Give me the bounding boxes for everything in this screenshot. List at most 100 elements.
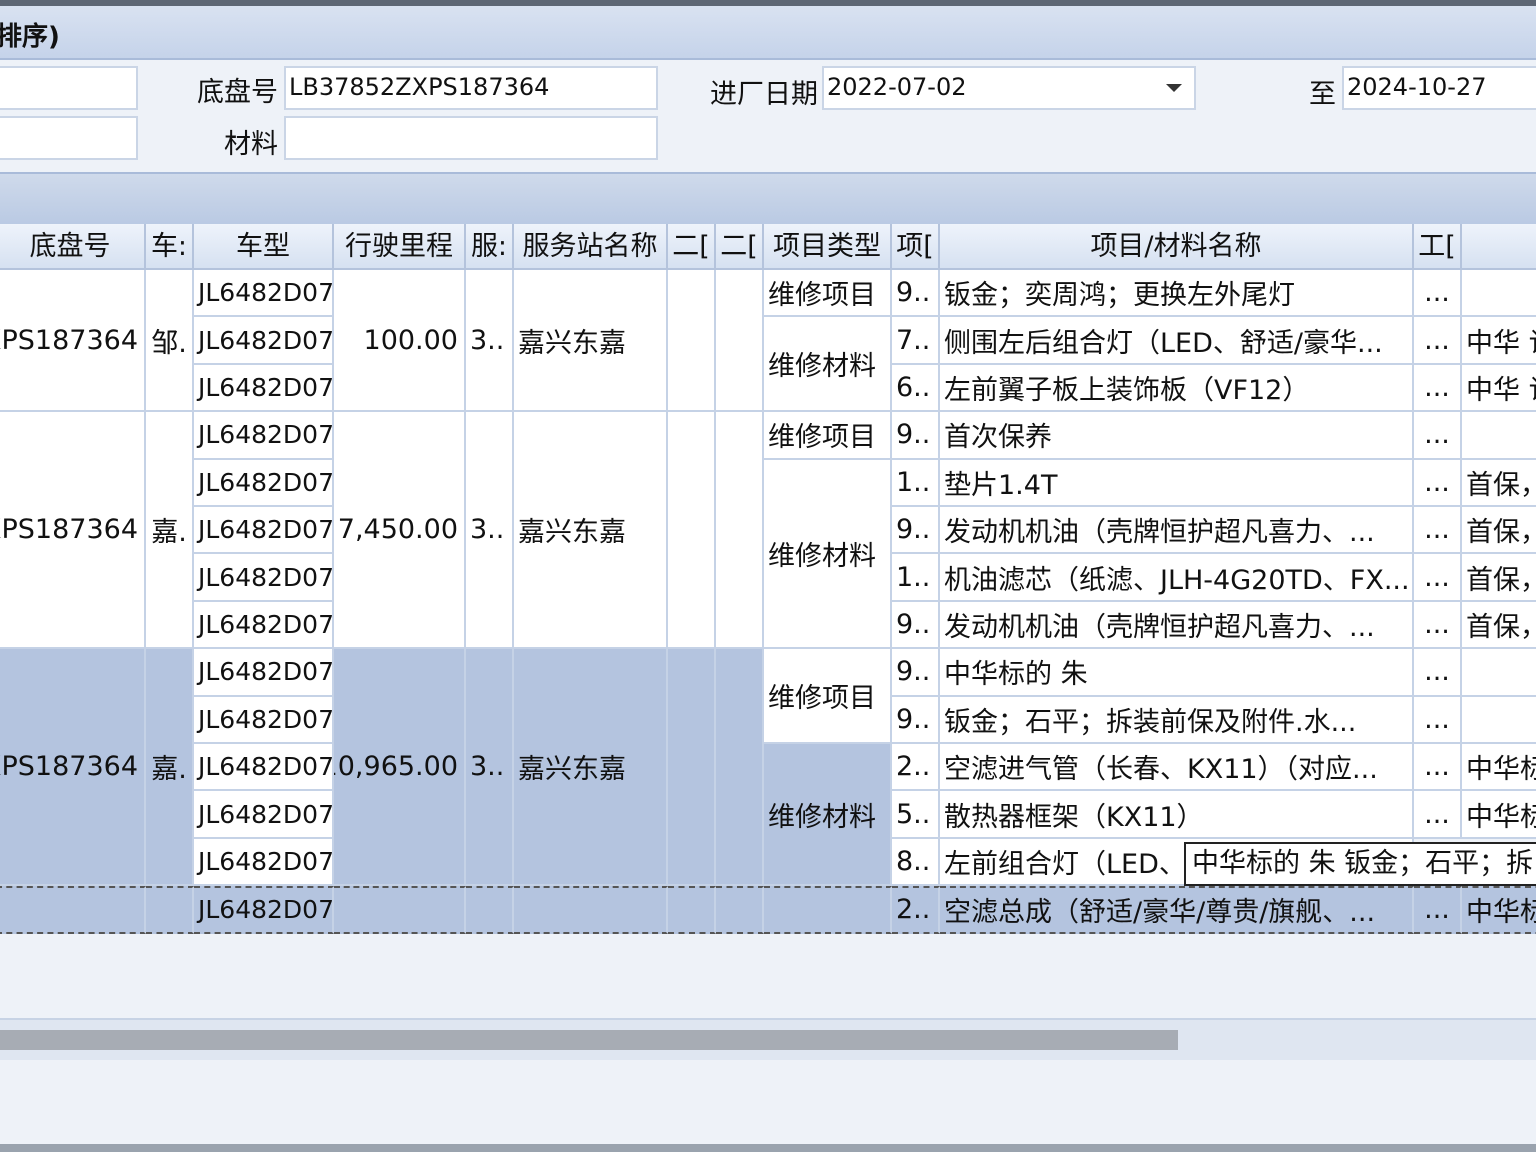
- item-type-cell[interactable]: 维修材料: [764, 317, 892, 413]
- blank-cell[interactable]: [146, 886, 194, 934]
- model-cell[interactable]: JL6482D07: [194, 317, 334, 365]
- column-header[interactable]: 服务站名称: [514, 224, 668, 270]
- mileage-cell[interactable]: 7,450.00: [334, 412, 466, 650]
- model-cell[interactable]: JL6482D07: [194, 507, 334, 555]
- work-cell[interactable]: ...: [1414, 459, 1462, 507]
- model-cell[interactable]: JL6482D07: [194, 649, 334, 697]
- item-type-cell[interactable]: 维修材料: [764, 744, 892, 887]
- model-cell[interactable]: JL6482D07: [194, 886, 334, 934]
- blank-cell[interactable]: [466, 886, 514, 934]
- extra-cell[interactable]: [1462, 696, 1536, 744]
- left-input-1[interactable]: [0, 66, 138, 110]
- item-name-cell[interactable]: 发动机机油（壳牌恒护超凡喜力、...: [940, 507, 1414, 555]
- model-cell[interactable]: JL6482D07: [194, 791, 334, 839]
- item-type-cell[interactable]: 维修项目: [764, 649, 892, 744]
- blank-cell[interactable]: [716, 412, 764, 650]
- chevron-down-icon[interactable]: [1166, 84, 1182, 92]
- item-name-cell[interactable]: 垫片1.4T: [940, 459, 1414, 507]
- item-no-cell[interactable]: 7..: [892, 317, 940, 365]
- extra-cell[interactable]: 首保，: [1462, 601, 1536, 650]
- extra-cell[interactable]: 中华标: [1462, 886, 1536, 934]
- item-no-cell[interactable]: 9..: [892, 270, 940, 318]
- item-name-cell[interactable]: 钣金；奕周鸿；更换左外尾灯: [940, 270, 1414, 318]
- extra-cell[interactable]: [1462, 270, 1536, 318]
- work-cell[interactable]: ...: [1414, 744, 1462, 792]
- work-cell[interactable]: ...: [1414, 649, 1462, 697]
- blank-cell[interactable]: [668, 412, 716, 650]
- extra-cell[interactable]: 中华 记: [1462, 317, 1536, 365]
- work-cell[interactable]: ...: [1414, 507, 1462, 555]
- work-cell[interactable]: ...: [1414, 554, 1462, 602]
- model-cell[interactable]: JL6482D07: [194, 270, 334, 318]
- model-cell[interactable]: JL6482D07: [194, 744, 334, 792]
- column-header[interactable]: [1462, 224, 1536, 270]
- column-header[interactable]: 行驶里程: [334, 224, 466, 270]
- item-type-cell[interactable]: 维修材料: [764, 459, 892, 650]
- material-input[interactable]: [284, 116, 658, 160]
- model-cell[interactable]: JL6482D07: [194, 412, 334, 460]
- item-no-cell[interactable]: 9..: [892, 649, 940, 697]
- item-name-cell[interactable]: 中华标的 朱: [940, 649, 1414, 697]
- horizontal-scrollbar[interactable]: [0, 1018, 1536, 1060]
- blank-cell[interactable]: [334, 886, 466, 934]
- item-no-cell[interactable]: 9..: [892, 412, 940, 460]
- extra-cell[interactable]: 首保，: [1462, 507, 1536, 555]
- item-no-cell[interactable]: 9..: [892, 507, 940, 555]
- blank-cell[interactable]: [716, 649, 764, 887]
- item-no-cell[interactable]: 9..: [892, 696, 940, 744]
- column-header[interactable]: 车型: [194, 224, 334, 270]
- blank-cell[interactable]: [668, 886, 716, 934]
- model-cell[interactable]: JL6482D07: [194, 459, 334, 507]
- work-cell[interactable]: ...: [1414, 696, 1462, 744]
- item-name-cell[interactable]: 钣金；石平；拆装前保及附件.水...: [940, 696, 1414, 744]
- owner-cell[interactable]: 嘉.: [146, 649, 194, 887]
- work-cell[interactable]: ...: [1414, 364, 1462, 413]
- model-cell[interactable]: JL6482D07: [194, 601, 334, 650]
- work-cell[interactable]: ...: [1414, 791, 1462, 839]
- service-no-cell[interactable]: 3..: [466, 270, 514, 413]
- service-no-cell[interactable]: 3..: [466, 649, 514, 887]
- blank-cell[interactable]: [0, 886, 146, 934]
- item-name-cell[interactable]: 侧围左后组合灯（LED、舒适/豪华...: [940, 317, 1414, 365]
- item-name-cell[interactable]: 左前翼子板上装饰板（VF12）: [940, 364, 1414, 413]
- item-no-cell[interactable]: 2..: [892, 744, 940, 792]
- item-no-cell[interactable]: 5..: [892, 791, 940, 839]
- left-input-2[interactable]: [0, 116, 138, 160]
- station-cell[interactable]: 嘉兴东嘉: [514, 412, 668, 650]
- station-cell[interactable]: 嘉兴东嘉: [514, 270, 668, 413]
- column-header[interactable]: 项目/材料名称: [940, 224, 1414, 270]
- mileage-cell[interactable]: 10,965.00: [334, 649, 466, 887]
- extra-cell[interactable]: [1462, 412, 1536, 460]
- item-type-cell[interactable]: 维修项目: [764, 412, 892, 460]
- chassis-cell[interactable]: ZXPS187364: [0, 649, 146, 887]
- blank-cell[interactable]: [668, 270, 716, 413]
- column-header[interactable]: 服:: [466, 224, 514, 270]
- item-no-cell[interactable]: 2..: [892, 886, 940, 934]
- extra-cell[interactable]: 中华 记: [1462, 364, 1536, 413]
- extra-cell[interactable]: 中华标: [1462, 744, 1536, 792]
- extra-cell[interactable]: 中华标: [1462, 791, 1536, 839]
- item-no-cell[interactable]: 1..: [892, 459, 940, 507]
- column-header[interactable]: 二[: [716, 224, 764, 270]
- blank-cell[interactable]: [514, 886, 668, 934]
- item-name-cell[interactable]: 空滤总成（舒适/豪华/尊贵/旗舰、...: [940, 886, 1414, 934]
- chassis-cell[interactable]: ZXPS187364: [0, 412, 146, 650]
- entry-date-to-input[interactable]: 2024-10-27: [1342, 66, 1536, 110]
- item-no-cell[interactable]: 8..: [892, 838, 940, 887]
- item-name-cell[interactable]: 散热器框架（KX11）: [940, 791, 1414, 839]
- column-header[interactable]: 项目类型: [764, 224, 892, 270]
- blank-cell[interactable]: [716, 886, 764, 934]
- blank-cell[interactable]: [764, 886, 892, 934]
- station-cell[interactable]: 嘉兴东嘉: [514, 649, 668, 887]
- owner-cell[interactable]: 嘉.: [146, 412, 194, 650]
- model-cell[interactable]: JL6482D07: [194, 554, 334, 602]
- column-header[interactable]: 二[: [668, 224, 716, 270]
- work-cell[interactable]: ...: [1414, 317, 1462, 365]
- item-name-cell[interactable]: 发动机机油（壳牌恒护超凡喜力、...: [940, 601, 1414, 650]
- owner-cell[interactable]: 邹.: [146, 270, 194, 413]
- extra-cell[interactable]: 首保，: [1462, 554, 1536, 602]
- model-cell[interactable]: JL6482D07: [194, 696, 334, 744]
- chassis-cell[interactable]: ZXPS187364: [0, 270, 146, 413]
- extra-cell[interactable]: [1462, 649, 1536, 697]
- extra-cell[interactable]: 首保，: [1462, 459, 1536, 507]
